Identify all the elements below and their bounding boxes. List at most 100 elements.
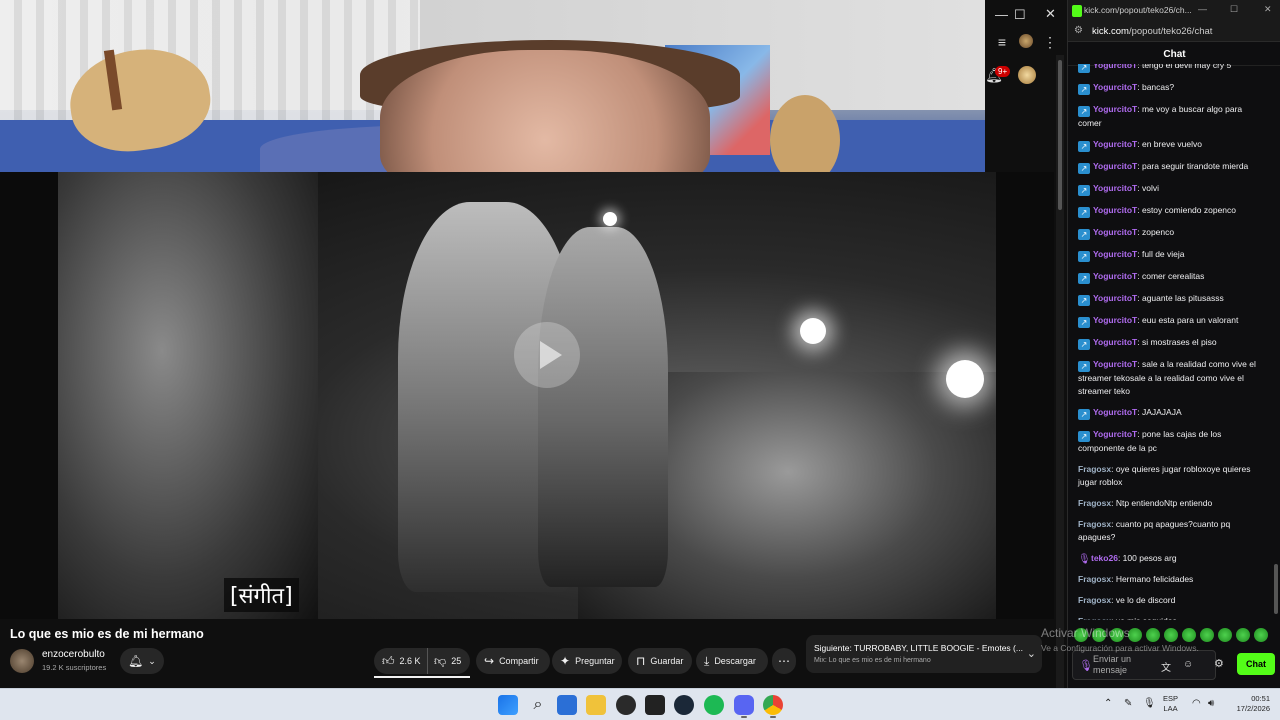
- chat-username[interactable]: YogurcitoT: [1093, 249, 1137, 259]
- emoji-icon[interactable]: ☺: [1183, 659, 1193, 670]
- clock[interactable]: 00:51 17/2/2026: [1226, 694, 1270, 714]
- more-actions-button[interactable]: ⋯: [772, 648, 796, 674]
- emote-icon[interactable]: [1218, 628, 1232, 642]
- play-icon[interactable]: [514, 322, 580, 388]
- chat-message: ↗ YogurcitoT: full de vieja: [1068, 244, 1271, 266]
- share-button[interactable]: ↪ Compartir: [476, 648, 550, 674]
- account-avatar[interactable]: [1018, 66, 1036, 84]
- tray-overflow-icon[interactable]: ⌃: [1104, 698, 1112, 709]
- chat-input-placeholder: Enviar un mensaje: [1093, 654, 1132, 675]
- steam-icon[interactable]: [674, 695, 694, 715]
- epic-games-icon[interactable]: [645, 695, 665, 715]
- chat-username[interactable]: Fragosx: [1078, 616, 1111, 620]
- microphone-icon[interactable]: 🎙︎: [1143, 698, 1156, 709]
- chat-username[interactable]: YogurcitoT: [1093, 271, 1137, 281]
- search-icon[interactable]: ⌕: [528, 695, 548, 715]
- maximize-icon[interactable]: ☐: [1230, 4, 1238, 15]
- chat-settings-icon[interactable]: ⚙: [1214, 657, 1224, 670]
- maximize-icon[interactable]: ☐: [1014, 7, 1026, 23]
- badge-icon: ↗: [1078, 361, 1090, 372]
- chat-username[interactable]: YogurcitoT: [1093, 359, 1137, 369]
- chat-username[interactable]: Fragosx: [1078, 464, 1111, 474]
- channel-avatar[interactable]: [10, 649, 34, 673]
- site-settings-icon[interactable]: ⚙︎: [1074, 25, 1083, 36]
- chat-username[interactable]: YogurcitoT: [1093, 337, 1137, 347]
- chat-username[interactable]: Fragosx: [1078, 574, 1111, 584]
- chat-url: kick.com/popout/teko26/chat: [1092, 26, 1212, 37]
- emote-icon[interactable]: [1182, 628, 1196, 642]
- chat-scrollbar[interactable]: [1273, 64, 1279, 620]
- file-explorer-icon[interactable]: [586, 695, 606, 715]
- chat-message: ↗ YogurcitoT: pone las cajas de los compo…: [1068, 424, 1271, 459]
- up-next-mix: Mix: Lo que es mio es de mi hermano: [814, 657, 931, 664]
- chat-message: Fragosx: oye quieres jugar robloxoye qui…: [1068, 459, 1271, 493]
- emote-icon[interactable]: [1200, 628, 1214, 642]
- lang-code: ESP: [1163, 694, 1179, 703]
- chevron-down-icon[interactable]: ⌄: [1027, 647, 1036, 660]
- dislike-count: 25: [451, 656, 462, 666]
- subscribe-bell-button[interactable]: 🔔︎ ⌄: [120, 648, 164, 674]
- chat-username[interactable]: YogurcitoT: [1093, 429, 1137, 439]
- close-icon[interactable]: ✕: [1264, 4, 1272, 15]
- close-icon[interactable]: ✕: [1045, 6, 1056, 22]
- volume-icon[interactable]: 🔊︎: [1208, 698, 1214, 709]
- profile-avatar[interactable]: [1019, 34, 1033, 48]
- screen: — ☐ ✕ ≡ ⋮ 🔔︎ 9+ [संगीत] Lo que es mio es…: [0, 0, 1280, 720]
- chat-text: si mostrases el piso: [1141, 337, 1217, 347]
- chat-window: kick.com/popout/teko26/ch... — ☐ ✕ ⚙︎ ki…: [1067, 0, 1280, 688]
- chat-username[interactable]: YogurcitoT: [1093, 82, 1137, 92]
- chat-address-bar[interactable]: ⚙︎ kick.com/popout/teko26/chat: [1068, 22, 1280, 42]
- emote-icon[interactable]: [1254, 628, 1268, 642]
- input-language[interactable]: ESP LAA: [1163, 694, 1178, 714]
- chat-username[interactable]: YogurcitoT: [1093, 205, 1137, 215]
- windows-activation-title: Activar Windows: [1041, 626, 1130, 640]
- chat-username[interactable]: Fragosx: [1078, 595, 1111, 605]
- download-button[interactable]: ⤓ Descargar: [696, 648, 768, 674]
- discord-icon[interactable]: [734, 695, 754, 715]
- windows-start-icon[interactable]: [498, 695, 518, 715]
- chat-username[interactable]: teko26: [1091, 553, 1118, 563]
- playlist-icon[interactable]: ≡: [993, 33, 1011, 51]
- emote-icon[interactable]: [1236, 628, 1250, 642]
- webcam-curtain: [0, 0, 420, 140]
- download-icon: ⤓: [704, 653, 710, 668]
- chat-send-button[interactable]: Chat: [1237, 653, 1275, 675]
- page-scrollbar[interactable]: [1056, 55, 1064, 688]
- ask-button[interactable]: ✦ Preguntar: [552, 648, 622, 674]
- emote-icon[interactable]: [1164, 628, 1178, 642]
- chat-username[interactable]: YogurcitoT: [1093, 64, 1137, 70]
- emote-icon[interactable]: [1146, 628, 1160, 642]
- scrollbar-thumb[interactable]: [1058, 60, 1062, 210]
- like-button[interactable]: 👍︎ 2.6 K: [374, 648, 428, 674]
- minimize-icon[interactable]: —: [1198, 4, 1207, 14]
- dislike-button[interactable]: 👎︎ 25: [428, 654, 461, 669]
- chat-username[interactable]: YogurcitoT: [1093, 227, 1137, 237]
- save-button[interactable]: ⊓ Guardar: [628, 648, 692, 674]
- chat-username[interactable]: YogurcitoT: [1093, 139, 1137, 149]
- mic-icon[interactable]: 🎙︎: [1079, 659, 1093, 672]
- chat-input[interactable]: 🎙︎ Enviar un mensaje 文 ☺: [1072, 650, 1216, 680]
- translate-icon[interactable]: 文: [1161, 659, 1171, 674]
- chrome-icon[interactable]: [763, 695, 783, 715]
- chat-username[interactable]: Fragosx: [1078, 519, 1111, 529]
- wifi-icon[interactable]: ◠: [1192, 698, 1201, 709]
- spotify-icon[interactable]: [704, 695, 724, 715]
- video-player[interactable]: [58, 172, 996, 619]
- pen-icon[interactable]: ✎: [1124, 698, 1132, 709]
- minimize-icon[interactable]: —: [995, 7, 1008, 22]
- more-vert-icon[interactable]: ⋮: [1041, 33, 1059, 51]
- chat-username[interactable]: Fragosx: [1078, 498, 1111, 508]
- chat-username[interactable]: YogurcitoT: [1093, 104, 1137, 114]
- obs-icon[interactable]: [616, 695, 636, 715]
- badge-icon: ↗: [1078, 207, 1090, 218]
- chat-username[interactable]: YogurcitoT: [1093, 315, 1137, 325]
- up-next-card[interactable]: Siguiente: TURROBABY, LITTLE BOOGIE - Em…: [806, 635, 1042, 673]
- chat-username[interactable]: YogurcitoT: [1093, 293, 1137, 303]
- channel-name[interactable]: enzocerobulto: [42, 649, 105, 660]
- chat-username[interactable]: YogurcitoT: [1093, 161, 1137, 171]
- emote-icon[interactable]: [1128, 628, 1142, 642]
- chat-username[interactable]: YogurcitoT: [1093, 183, 1137, 193]
- chat-username[interactable]: YogurcitoT: [1093, 407, 1137, 417]
- store-icon[interactable]: [557, 695, 577, 715]
- chat-scrollbar-thumb[interactable]: [1274, 564, 1278, 614]
